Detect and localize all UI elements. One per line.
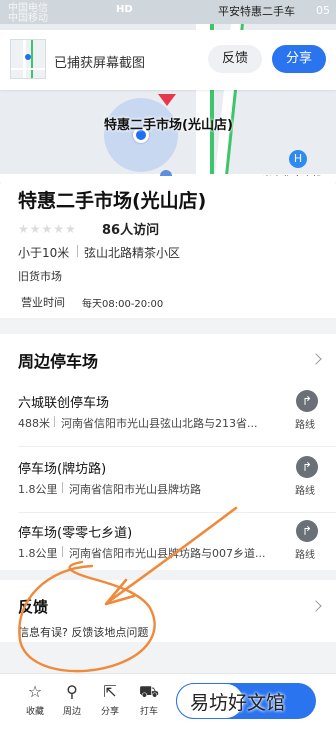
bottom-tab-bar: ☆ 收藏 ⚲ 周边 ⇱ 分享 ⛟ 打车 易坊好文馆 bbox=[0, 673, 336, 730]
location-pin-icon[interactable] bbox=[158, 94, 176, 106]
screenshot-captured-bar: 已捕获屏幕截图 反馈 分享 bbox=[0, 30, 336, 90]
parking-distance: 1.8公里 bbox=[18, 483, 58, 496]
visit-count: 86人访问 bbox=[102, 223, 160, 238]
capture-text: 已捕获屏幕截图 bbox=[54, 56, 146, 71]
tab-favorite[interactable]: ☆ 收藏 bbox=[20, 682, 50, 717]
row-divider bbox=[18, 446, 336, 447]
tab-share[interactable]: ⇱ 分享 bbox=[95, 682, 125, 717]
tab-taxi[interactable]: ⛟ 打车 bbox=[134, 682, 164, 717]
feedback-title: 反馈 bbox=[18, 598, 49, 616]
feedback-subtitle: 信息有误? 反馈该地点问题 bbox=[18, 626, 149, 639]
taxi-icon: ⛟ bbox=[138, 682, 160, 701]
divider bbox=[77, 245, 78, 257]
status-time: 05 bbox=[316, 4, 330, 17]
parking-item[interactable]: 停车场(牌坊路) 1.8公里 河南省信阳市光山县牌坊路 ↱ 路线 bbox=[0, 454, 336, 516]
hospital-icon[interactable]: H bbox=[289, 150, 307, 168]
carrier-info: 中国电信 中国移动 bbox=[8, 4, 48, 24]
nearby-parking-section: 周边停车场 六城联创停车场 488米 河南省信阳市光山县弦山北路与213省...… bbox=[0, 334, 336, 570]
poi-address[interactable]: 弦山北路精茶小区 bbox=[84, 244, 180, 261]
hours-label: 营业时间 bbox=[21, 296, 65, 309]
parking-name: 停车场(零零七乡道) bbox=[18, 526, 133, 541]
feedback-button[interactable]: 反馈 bbox=[208, 45, 262, 73]
parking-distance: 488米 bbox=[18, 417, 50, 430]
parking-distance: 1.8公里 bbox=[18, 547, 58, 560]
business-hours: 每天08:00-20:00 bbox=[82, 299, 164, 310]
row-divider bbox=[18, 512, 336, 513]
route-label[interactable]: 路线 bbox=[295, 482, 315, 497]
share-button[interactable]: 分享 bbox=[272, 45, 326, 73]
map-poi-label[interactable]: 特惠二手市场(光山店) bbox=[104, 114, 233, 133]
parking-name: 停车场(牌坊路) bbox=[18, 462, 107, 477]
star-icon: ☆ bbox=[27, 682, 43, 701]
share-icon: ⇱ bbox=[103, 682, 117, 701]
feedback-section[interactable]: 反馈 信息有误? 反馈该地点问题 bbox=[0, 580, 336, 642]
divider bbox=[62, 546, 63, 557]
tab-label: 打车 bbox=[139, 707, 158, 717]
watermark-text: 易坊好文馆 bbox=[190, 692, 286, 714]
status-bar: 中国电信 中国移动 HD 平安特惠二手车 05 bbox=[0, 0, 336, 24]
route-icon[interactable]: ↱ bbox=[296, 520, 318, 542]
network-badge: HD bbox=[116, 4, 133, 15]
parking-item[interactable]: 停车场(零零七乡道) 1.8公里 河南省信阳市光山县牌坊路与007乡道... ↱… bbox=[0, 518, 336, 580]
rating-stars-icon: ★★★★★ bbox=[18, 222, 77, 236]
screenshot-thumbnail[interactable] bbox=[10, 39, 46, 79]
window-title: 平安特惠二手车 bbox=[218, 5, 295, 18]
parking-address: 河南省信阳市光山县牌坊路 bbox=[69, 483, 201, 496]
route-label[interactable]: 路线 bbox=[295, 546, 315, 561]
divider bbox=[54, 416, 55, 427]
tab-nearby[interactable]: ⚲ 周边 bbox=[57, 682, 87, 717]
route-icon[interactable]: ↱ bbox=[296, 390, 318, 412]
parking-item[interactable]: 六城联创停车场 488米 河南省信阳市光山县弦山北路与213省... ↱ 路线 bbox=[0, 388, 336, 450]
route-label[interactable]: 路线 bbox=[295, 416, 315, 431]
search-icon: ⚲ bbox=[66, 682, 78, 701]
route-icon[interactable]: ↱ bbox=[296, 456, 318, 478]
tab-label: 分享 bbox=[100, 707, 119, 717]
poi-name: 特惠二手市场(光山店) bbox=[18, 190, 207, 212]
carrier-line-2: 中国移动 bbox=[8, 13, 48, 24]
chevron-right-icon[interactable] bbox=[310, 600, 322, 612]
poi-info-card: 特惠二手市场(光山店) ★★★★★ 86人访问 小于10米 弦山北路精茶小区 旧… bbox=[0, 176, 336, 318]
poi-category: 旧货市场 bbox=[18, 270, 62, 283]
parking-address: 河南省信阳市光山县牌坊路与007乡道... bbox=[69, 547, 266, 560]
chevron-right-icon[interactable] bbox=[310, 353, 322, 365]
divider bbox=[62, 482, 63, 493]
tab-label: 周边 bbox=[62, 707, 81, 717]
poi-distance: 小于10米 bbox=[18, 246, 70, 260]
section-title[interactable]: 周边停车场 bbox=[18, 348, 98, 372]
tab-label: 收藏 bbox=[25, 707, 44, 717]
parking-address: 河南省信阳市光山县弦山北路与213省... bbox=[61, 417, 258, 430]
parking-name: 六城联创停车场 bbox=[18, 396, 110, 411]
